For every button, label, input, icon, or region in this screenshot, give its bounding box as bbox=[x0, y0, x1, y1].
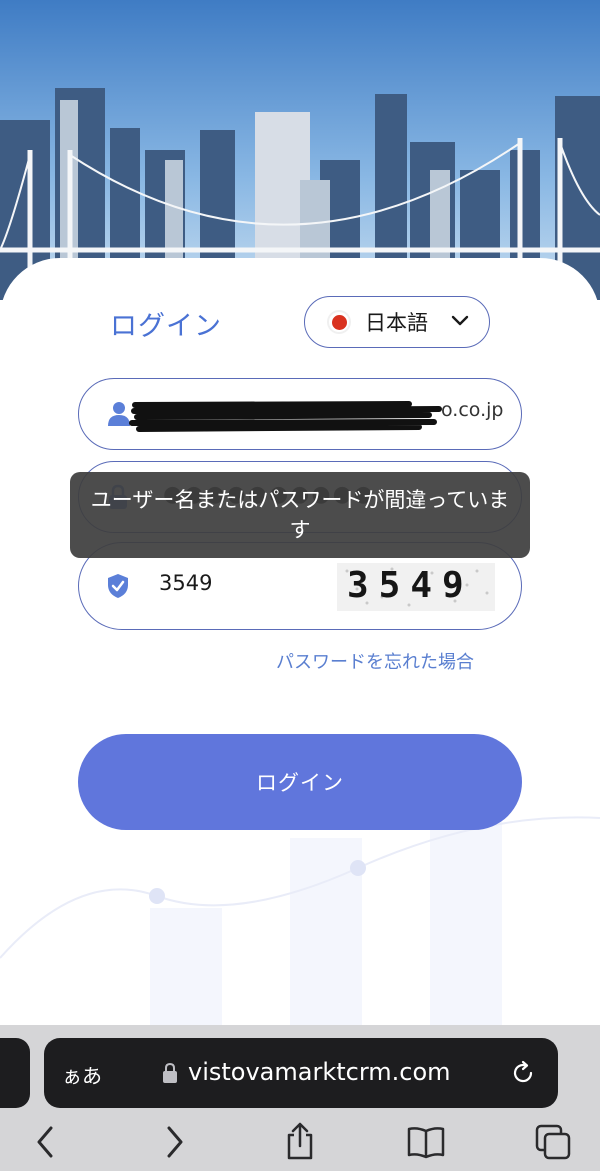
redaction-scribble bbox=[129, 401, 442, 432]
captcha-image[interactable]: 3549 bbox=[337, 563, 495, 611]
username-field[interactable]: o.co.jp bbox=[78, 378, 522, 450]
tabs-icon[interactable] bbox=[534, 1123, 572, 1161]
hero-city-image bbox=[0, 0, 600, 300]
chevron-down-icon bbox=[451, 315, 469, 326]
bookmarks-icon[interactable] bbox=[406, 1125, 446, 1159]
reload-icon[interactable] bbox=[510, 1060, 536, 1086]
language-label: 日本語 bbox=[365, 311, 428, 335]
address-bar[interactable]: ぁあ vistovamarktcrm.com bbox=[44, 1038, 558, 1108]
text-size-button[interactable]: ぁあ bbox=[62, 1060, 102, 1089]
forward-icon[interactable] bbox=[164, 1125, 186, 1159]
username-visible-tail: o.co.jp bbox=[441, 399, 504, 421]
japan-flag-icon bbox=[329, 312, 349, 332]
share-icon[interactable] bbox=[284, 1121, 316, 1161]
login-card: ログイン 日本語 o.co.jp ●●●●●●●●●● 3549 bbox=[0, 258, 600, 1028]
login-title: ログイン bbox=[110, 311, 222, 342]
shield-check-icon bbox=[108, 574, 128, 598]
captcha-input-value: 3549 bbox=[159, 571, 213, 595]
browser-toolbar: ぁあ vistovamarktcrm.com bbox=[0, 1025, 600, 1171]
lock-icon bbox=[163, 1062, 177, 1083]
forgot-password-link[interactable]: パスワードを忘れた場合 bbox=[276, 648, 474, 674]
error-toast: ユーザー名またはパスワードが間違っています bbox=[70, 472, 530, 558]
url-domain: vistovamarktcrm.com bbox=[188, 1058, 451, 1086]
back-icon[interactable] bbox=[34, 1125, 56, 1159]
language-select[interactable]: 日本語 bbox=[304, 296, 490, 348]
previous-tab-edge[interactable] bbox=[0, 1038, 30, 1108]
login-button[interactable]: ログイン bbox=[78, 734, 522, 830]
background-chart-decoration bbox=[0, 798, 600, 1028]
user-icon bbox=[108, 402, 130, 426]
captcha-image-text: 3549 bbox=[347, 565, 474, 606]
